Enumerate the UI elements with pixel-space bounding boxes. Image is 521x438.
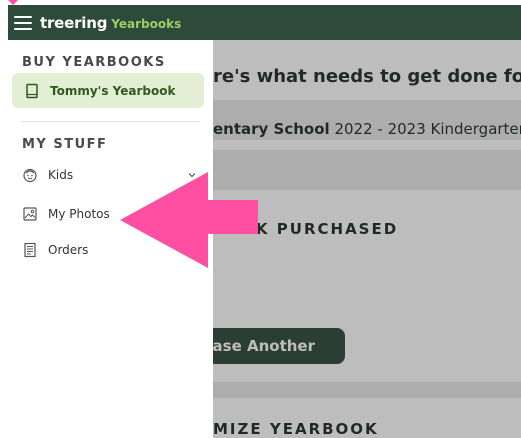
buy-yearbooks-heading: BUY YEARBOOKS	[22, 55, 166, 70]
pink-arrow-tip-annotation	[8, 0, 18, 5]
drawer-divider	[22, 121, 200, 122]
logo-sub-text: Yearbooks	[111, 16, 182, 31]
book-icon	[24, 83, 40, 99]
nav-item-label: My Photos	[48, 207, 110, 221]
my-stuff-heading: MY STUFF	[22, 137, 108, 152]
app-header: treering Yearbooks	[8, 5, 521, 40]
nav-item-label: Orders	[48, 243, 89, 257]
receipt-icon	[22, 242, 38, 258]
tommys-yearbook-item[interactable]: Tommy's Yearbook	[12, 73, 204, 108]
photo-icon	[22, 206, 38, 222]
yearbook-label: Tommy's Yearbook	[50, 83, 176, 98]
pink-arrow-annotation	[120, 172, 258, 268]
logo-main-text: treering	[40, 13, 108, 32]
hamburger-menu-icon[interactable]	[14, 15, 32, 30]
treering-logo[interactable]: treering Yearbooks	[40, 14, 181, 32]
nav-item-label: Kids	[48, 168, 74, 182]
child-face-icon	[22, 167, 38, 183]
